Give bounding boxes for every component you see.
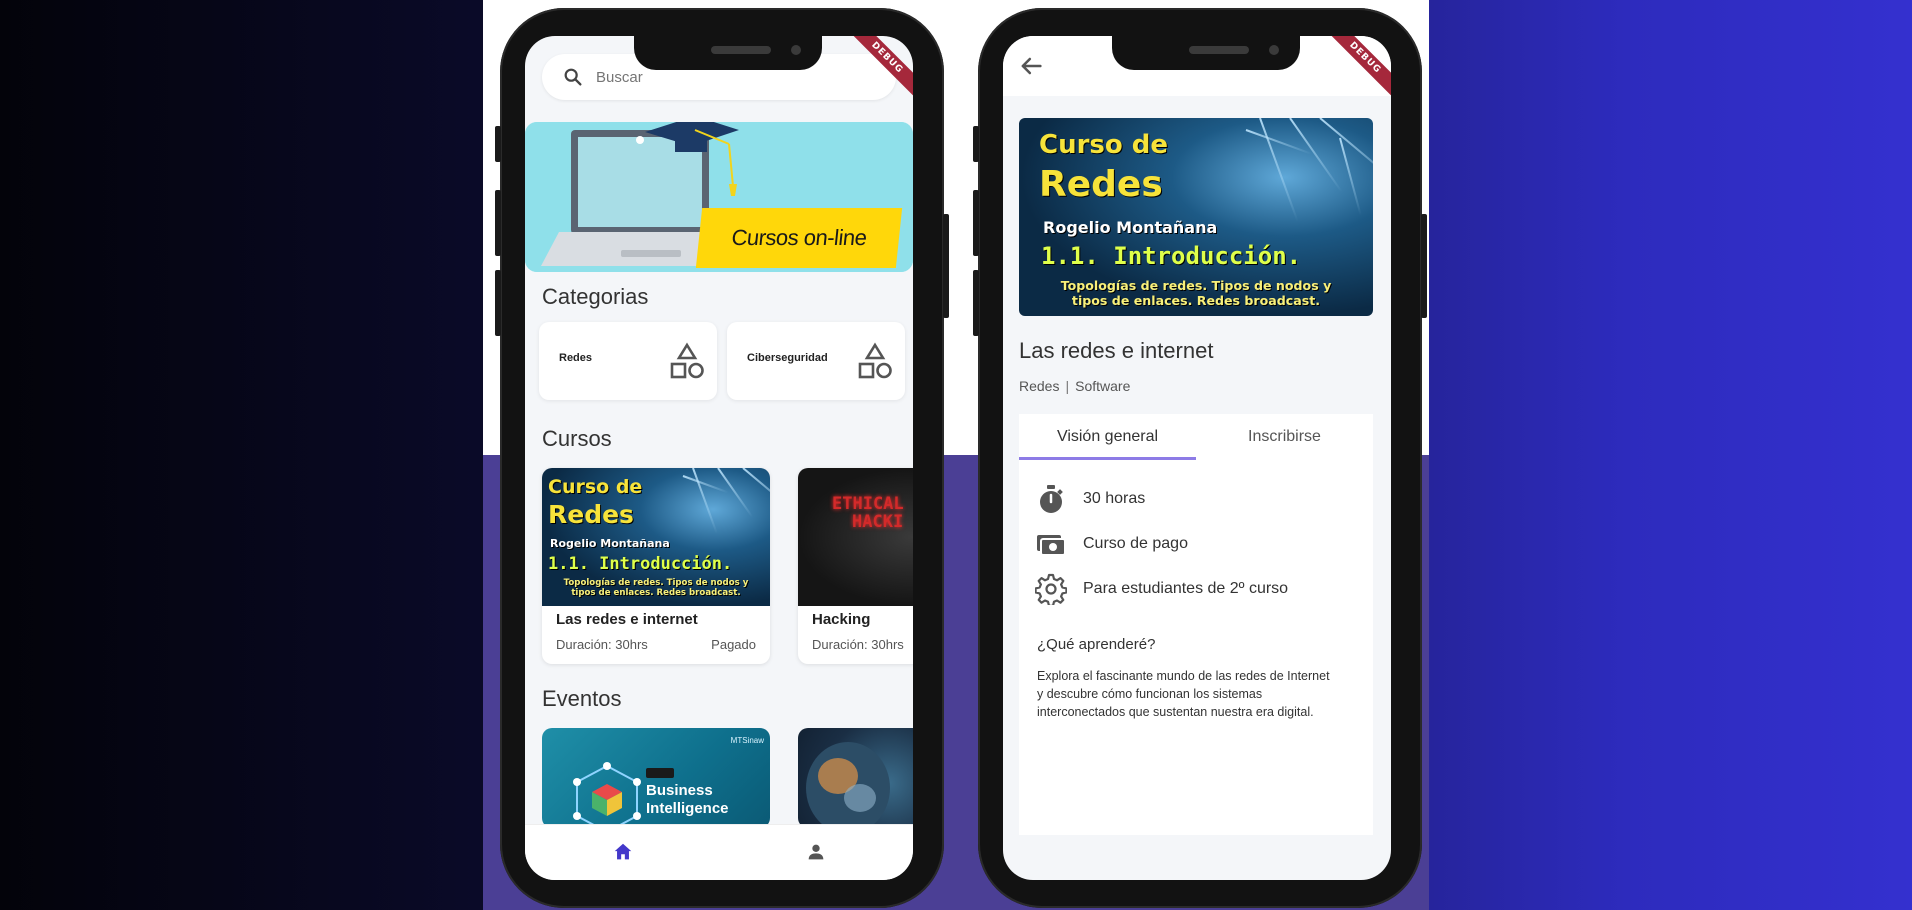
showcase-stage: DEBUG Cursos: [483, 0, 1429, 910]
feature-text: 30 horas: [1083, 490, 1146, 507]
thumb-chapter: 1.1. Introducción.: [548, 554, 733, 574]
event-title: Business Intelligence: [646, 782, 729, 817]
search-icon: [564, 68, 582, 86]
course-title: Hacking: [812, 611, 871, 628]
robot-head-illustration: [806, 742, 890, 828]
course-cover-image: Curso de Redes Rogelio Montañana 1.1. In…: [1019, 118, 1373, 316]
banner-label: Cursos on-line: [695, 208, 903, 268]
thumb-subtitle: Topologías de redes. Tipos de nodos y tip…: [563, 578, 749, 599]
course-thumbnail: ETHICAL HACKI: [798, 468, 913, 606]
notch: [634, 36, 822, 70]
cover-subtitle: Topologías de redes. Tipos de nodos y tip…: [1060, 278, 1332, 309]
home-icon[interactable]: [612, 841, 634, 863]
home-screen: DEBUG Cursos: [525, 36, 913, 880]
power-button: [1421, 214, 1427, 318]
feature-payment: Curso de pago: [1035, 527, 1188, 561]
cube-network-illustration: [573, 762, 641, 828]
shapes-icon: [670, 342, 704, 379]
feature-audience: Para estudiantes de 2º curso: [1035, 572, 1288, 606]
phone-home: DEBUG Cursos: [495, 8, 949, 908]
volume-up-button: [973, 190, 979, 256]
event-badge: MTSinaw: [730, 736, 764, 745]
thumb-author: Rogelio Montañana: [550, 537, 670, 550]
tab-vision-general[interactable]: Visión general: [1019, 414, 1196, 460]
feature-text: Para estudiantes de 2º curso: [1083, 580, 1289, 597]
category-card-ciberseguridad[interactable]: Ciberseguridad: [727, 322, 905, 400]
event-card-bi[interactable]: Business Intelligence MTSinaw: [542, 728, 770, 828]
volume-up-button: [495, 190, 501, 256]
back-arrow-icon[interactable]: [1017, 52, 1045, 80]
payment-icon: [1037, 535, 1066, 556]
courses-title: Cursos: [542, 426, 612, 451]
hacking-image-text: ETHICAL HACKI: [832, 494, 904, 532]
promo-banner[interactable]: Cursos on-line: [525, 122, 913, 272]
course-title: Las redes e internet: [556, 611, 698, 628]
course-duration: Duración: 30hrs: [812, 637, 904, 652]
course-card-redes[interactable]: Curso de Redes Rogelio Montañana 1.1. In…: [542, 468, 770, 664]
detail-screen: DEBUG Curso de Redes Rogelio Montañana 1…: [1003, 36, 1391, 880]
person-icon[interactable]: [805, 841, 827, 863]
course-duration: Duración: 30hrs: [556, 637, 648, 652]
event-card-ai[interactable]: [798, 728, 913, 828]
thumb-line1: Curso de: [548, 476, 643, 498]
categories-title: Categorias: [542, 284, 649, 309]
volume-down-button: [495, 270, 501, 336]
feature-text: Curso de pago: [1083, 535, 1188, 552]
event-tag: [646, 768, 674, 778]
cover-author: Rogelio Montañana: [1043, 218, 1218, 237]
learn-description: Explora el fascinante mundo de las redes…: [1037, 669, 1330, 719]
tab-inscribirse[interactable]: Inscribirse: [1196, 414, 1373, 460]
gear-icon: [1035, 573, 1067, 605]
shapes-icon: [858, 342, 892, 379]
volume-down-button: [973, 270, 979, 336]
bottom-navigation: [525, 824, 913, 880]
mute-switch: [495, 126, 501, 162]
course-thumbnail: Curso de Redes Rogelio Montañana 1.1. In…: [542, 468, 770, 606]
cover-line2: Redes: [1039, 164, 1163, 205]
course-tags: Redes | Software: [1019, 378, 1131, 394]
notch: [1112, 36, 1300, 70]
feature-duration: 30 horas: [1035, 482, 1145, 516]
learn-heading: ¿Qué aprenderé?: [1037, 636, 1156, 653]
category-label: Redes: [559, 352, 593, 364]
tag-redes: Redes: [1019, 378, 1060, 394]
phone-detail: DEBUG Curso de Redes Rogelio Montañana 1…: [973, 8, 1427, 908]
search-input[interactable]: [594, 67, 858, 87]
thumb-line2: Redes: [548, 500, 634, 529]
stopwatch-icon: [1040, 485, 1063, 513]
course-card-hacking[interactable]: ETHICAL HACKI Hacking Duración: 30hrs: [798, 468, 913, 664]
course-price: Pagado: [711, 637, 756, 652]
tag-software: Software: [1075, 378, 1131, 394]
power-button: [943, 214, 949, 318]
cover-line1: Curso de: [1039, 130, 1169, 160]
events-title: Eventos: [542, 686, 622, 711]
cover-chapter: 1.1. Introducción.: [1041, 242, 1302, 270]
course-title: Las redes e internet: [1019, 338, 1214, 363]
course-details-panel: Visión general Inscribirse 30 horas Curs…: [1019, 414, 1373, 835]
category-label: Ciberseguridad: [747, 352, 828, 364]
category-card-redes[interactable]: Redes: [539, 322, 717, 400]
mute-switch: [973, 126, 979, 162]
